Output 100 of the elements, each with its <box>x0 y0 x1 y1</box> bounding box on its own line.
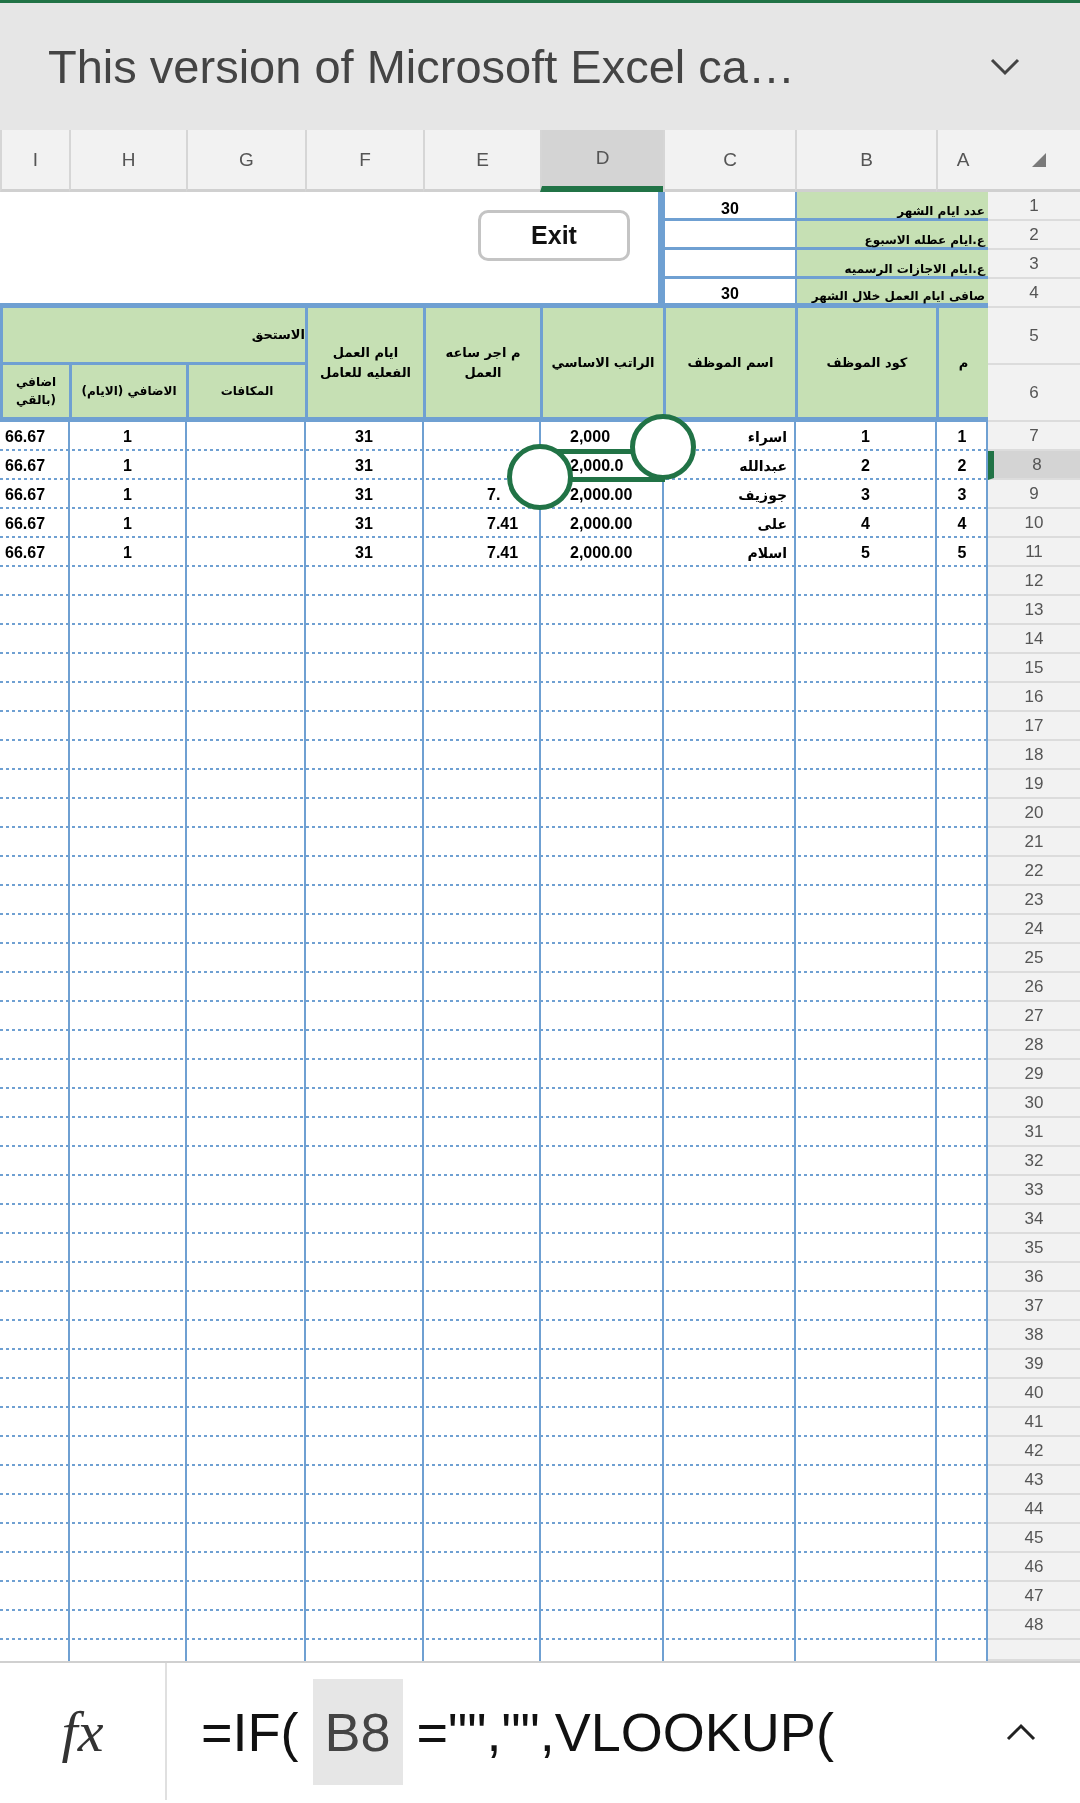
row-header[interactable]: 46 <box>988 1553 1080 1582</box>
table-cell: 31 <box>355 427 373 446</box>
row-header[interactable]: 40 <box>988 1379 1080 1408</box>
table-cell: على <box>757 515 787 532</box>
row-header[interactable]: 26 <box>988 973 1080 1002</box>
row-header[interactable]: 39 <box>988 1350 1080 1379</box>
row-header[interactable]: 2 <box>988 221 1080 250</box>
row-header[interactable]: 31 <box>988 1118 1080 1147</box>
table-cell: 5 <box>957 543 967 562</box>
chevron-down-icon[interactable] <box>990 57 1020 76</box>
column-header[interactable]: I <box>0 130 69 192</box>
row-header[interactable]: 12 <box>988 567 1080 596</box>
row-header[interactable]: 35 <box>988 1234 1080 1263</box>
row-header[interactable]: 21 <box>988 828 1080 857</box>
table-cell: 1 <box>123 543 132 562</box>
table-cell: 2 <box>957 456 967 475</box>
exit-button[interactable]: Exit <box>478 210 630 261</box>
table-cell: 2 <box>861 456 870 475</box>
row-header[interactable]: 29 <box>988 1060 1080 1089</box>
row-header[interactable]: 16 <box>988 683 1080 712</box>
row-header[interactable]: 47 <box>988 1582 1080 1611</box>
row-header[interactable]: 36 <box>988 1263 1080 1292</box>
row-header[interactable]: 3 <box>988 250 1080 279</box>
formula-text: =IF( <box>201 1700 299 1763</box>
table-cell: 2,000.00 <box>570 543 633 562</box>
chevron-up-icon[interactable] <box>1006 1722 1036 1741</box>
row-header[interactable]: 9 <box>988 480 1080 509</box>
formula-reference: B8 <box>312 1678 403 1785</box>
table-cell: 31 <box>355 514 373 533</box>
column-header[interactable]: A <box>936 130 988 192</box>
table-cell: 7. <box>487 485 501 504</box>
table-header-cell: الاضافي (الايام) <box>69 365 186 422</box>
table-header-cell: م <box>936 308 988 422</box>
row-header[interactable]: 27 <box>988 1002 1080 1031</box>
table-cell: 1 <box>123 427 132 446</box>
row-header[interactable]: 42 <box>988 1437 1080 1466</box>
row-header[interactable]: 15 <box>988 654 1080 683</box>
row-header[interactable]: 14 <box>988 625 1080 654</box>
select-all-icon[interactable] <box>1032 152 1046 167</box>
table-cell: جوزيف <box>738 486 787 503</box>
row-header[interactable]: 8 <box>988 451 1080 480</box>
row-header[interactable]: 28 <box>988 1031 1080 1060</box>
table-cell: 5 <box>861 543 870 562</box>
row-header[interactable]: 5 <box>988 308 1080 365</box>
row-header[interactable]: 22 <box>988 857 1080 886</box>
row-header[interactable]: 37 <box>988 1292 1080 1321</box>
column-header[interactable]: E <box>423 130 540 192</box>
table-header-cell: الراتب الاساسي <box>540 308 663 422</box>
row-header[interactable]: 6 <box>988 365 1080 422</box>
table-cell: 3 <box>957 485 967 504</box>
row-header[interactable]: 38 <box>988 1321 1080 1350</box>
table-cell: 31 <box>355 543 373 562</box>
row-header[interactable]: 18 <box>988 741 1080 770</box>
column-header[interactable]: G <box>186 130 305 192</box>
table-cell: 7.41 <box>487 514 519 533</box>
parameter-label: ع.ايام الاجازات الرسميه <box>795 250 988 279</box>
parameter-label: صافى ايام العمل خلال الشهر <box>795 279 988 308</box>
table-header-cell: اضافي (بالقي <box>0 365 69 422</box>
table-cell: 2,000.00 <box>570 514 633 533</box>
selection-handle[interactable] <box>630 414 696 480</box>
function-button[interactable]: fx <box>61 1698 104 1765</box>
row-header[interactable]: 41 <box>988 1408 1080 1437</box>
table-cell: 1 <box>957 427 967 446</box>
table-cell: 66.67 <box>5 456 46 475</box>
row-header[interactable]: 11 <box>988 538 1080 567</box>
row-header[interactable]: 30 <box>988 1089 1080 1118</box>
row-header[interactable]: 1 <box>988 192 1080 221</box>
row-header[interactable]: 48 <box>988 1611 1080 1640</box>
row-header[interactable]: 33 <box>988 1176 1080 1205</box>
parameter-label: عدد ايام الشهر <box>795 192 988 221</box>
parameter-value: 30 <box>663 192 795 221</box>
row-header[interactable]: 13 <box>988 596 1080 625</box>
row-header[interactable]: 44 <box>988 1495 1080 1524</box>
row-header[interactable]: 34 <box>988 1205 1080 1234</box>
row-header[interactable]: 45 <box>988 1524 1080 1553</box>
row-header[interactable]: 7 <box>988 422 1080 451</box>
table-cell: 2,000.00 <box>570 485 633 504</box>
table-cell: 66.67 <box>5 485 46 504</box>
table-cell: 2,000.0 <box>570 456 624 475</box>
row-header[interactable]: 10 <box>988 509 1080 538</box>
row-header[interactable]: 17 <box>988 712 1080 741</box>
row-header[interactable]: 43 <box>988 1466 1080 1495</box>
column-header[interactable]: D <box>540 130 663 192</box>
column-header[interactable]: C <box>663 130 795 192</box>
table-header-cell: اسم الموظف <box>663 308 795 422</box>
column-header[interactable]: F <box>305 130 423 192</box>
row-header[interactable]: 4 <box>988 279 1080 308</box>
column-header[interactable]: B <box>795 130 936 192</box>
table-cell: 66.67 <box>5 543 46 562</box>
row-header[interactable]: 24 <box>988 915 1080 944</box>
row-header[interactable]: 23 <box>988 886 1080 915</box>
table-cell: 2,000 <box>570 427 611 446</box>
column-header[interactable]: H <box>69 130 186 192</box>
table-cell: 1 <box>123 456 132 475</box>
row-header[interactable]: 25 <box>988 944 1080 973</box>
row-header[interactable]: 20 <box>988 799 1080 828</box>
table-cell: 4 <box>957 514 967 533</box>
table-cell: اسراء <box>747 428 787 445</box>
row-header[interactable]: 32 <box>988 1147 1080 1176</box>
row-header[interactable]: 19 <box>988 770 1080 799</box>
